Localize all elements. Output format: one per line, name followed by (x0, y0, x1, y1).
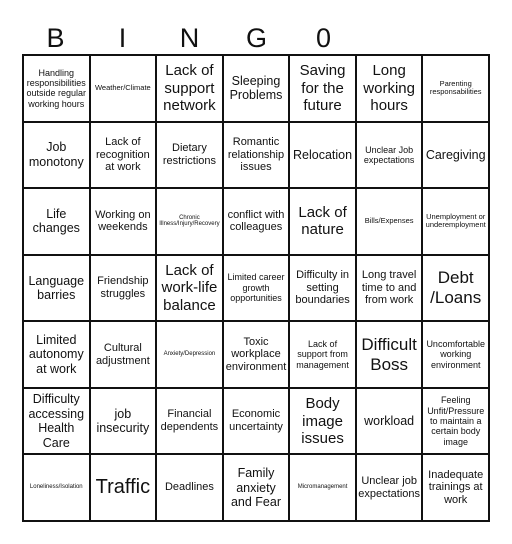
header-letter-n: N (179, 23, 200, 53)
bingo-cell[interactable]: Handling responsibilities outside regula… (23, 55, 90, 122)
bingo-cell[interactable]: Loneliness/Isolation (23, 454, 90, 521)
bingo-cell[interactable]: Working on weekends (89, 188, 157, 255)
bingo-cell[interactable]: Inadequate trainings at work (422, 454, 489, 521)
header-letter-i: I (118, 23, 127, 53)
bingo-cell[interactable]: Family anxiety and Fear (222, 454, 290, 521)
bingo-cell[interactable]: Body image issues (289, 387, 356, 455)
bingo-cell[interactable]: job insecurity (89, 387, 157, 455)
bingo-cell[interactable]: Difficulty in setting boundaries (289, 254, 356, 322)
bingo-cell[interactable]: Weather/Climate (89, 55, 157, 122)
bingo-cell[interactable]: Friendship struggles (89, 254, 157, 322)
header-letter-g: G (245, 23, 267, 53)
bingo-cell[interactable]: Life changes (23, 188, 90, 255)
bingo-cell[interactable]: Sleeping Problems (222, 55, 290, 122)
bingo-cell[interactable]: Anxiety/Depression (156, 321, 223, 388)
bingo-cell[interactable]: Limited career growth opportunities (222, 254, 290, 322)
bingo-cell[interactable]: Cultural adjustment (89, 321, 157, 388)
bingo-cell[interactable]: Unemployment or underemployment (422, 188, 489, 255)
bingo-cell[interactable]: Debt /Loans (422, 254, 489, 322)
bingo-cell[interactable]: Chronic Illness/Injury/Recovery (156, 188, 223, 255)
bingo-cell[interactable]: Lack of support from management (289, 321, 356, 388)
bingo-cell[interactable]: Financial dependents (156, 387, 223, 455)
bingo-cell[interactable]: Bills/Expenses (355, 188, 423, 255)
bingo-cell[interactable]: Uncomfortable working environment (422, 321, 489, 388)
bingo-cell[interactable]: Limited autonomy at work (23, 321, 90, 388)
bingo-cell[interactable]: Dietary restrictions (156, 121, 223, 189)
bingo-cell[interactable]: Lack of support network (156, 55, 223, 122)
bingo-cell[interactable]: Parenting responsabilities (422, 55, 489, 122)
bingo-cell[interactable]: Difficulty accessing Health Care (23, 387, 90, 455)
bingo-header: B I N G 0 (22, 22, 357, 54)
bingo-cell[interactable]: Unclear Job expectations (355, 121, 423, 189)
header-letter-o: 0 (315, 23, 332, 53)
bingo-cell[interactable]: Job monotony (23, 121, 90, 189)
bingo-cell[interactable]: Difficult Boss (355, 321, 423, 388)
bingo-cell[interactable]: Romantic relationship issues (222, 121, 290, 189)
bingo-cell[interactable]: Relocation (289, 121, 356, 189)
bingo-cell[interactable]: Long working hours (355, 55, 423, 122)
bingo-cell[interactable]: Lack of recognition at work (89, 121, 157, 189)
bingo-cell[interactable]: Economic uncertainty (222, 387, 290, 455)
bingo-cell[interactable]: Unclear job expectations (355, 454, 423, 521)
bingo-cell[interactable]: Traffic (89, 454, 157, 521)
bingo-cell[interactable]: Lack of nature (289, 188, 356, 255)
bingo-cell[interactable]: Feeling Unfit/Pressure to maintain a cer… (422, 387, 489, 455)
bingo-cell[interactable]: Micromanagement (289, 454, 356, 521)
bingo-grid: Handling responsibilities outside regula… (22, 54, 490, 522)
bingo-cell[interactable]: Toxic workplace environment (222, 321, 290, 388)
bingo-cell[interactable]: Saving for the future (289, 55, 356, 122)
bingo-cell[interactable]: workload (355, 387, 423, 455)
bingo-cell[interactable]: Language barries (23, 254, 90, 322)
bingo-cell[interactable]: Long travel time to and from work (355, 254, 423, 322)
bingo-cell[interactable]: Lack of work-life balance (156, 254, 223, 322)
bingo-cell[interactable]: conflict with colleagues (222, 188, 290, 255)
header-letter-b: B (46, 23, 65, 53)
bingo-cell[interactable]: Caregiving (422, 121, 489, 189)
bingo-cell[interactable]: Deadlines (156, 454, 223, 521)
